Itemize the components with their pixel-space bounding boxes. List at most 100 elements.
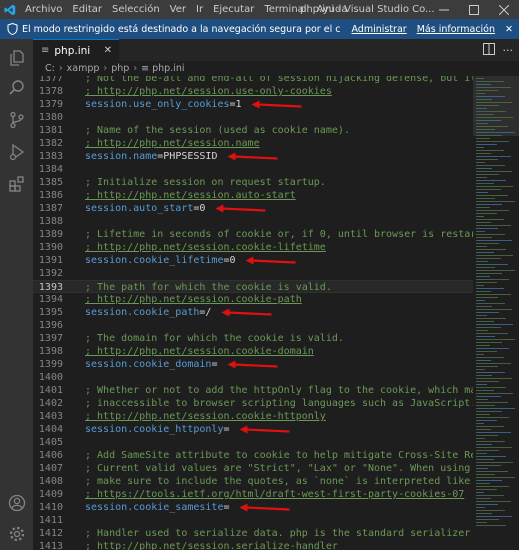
minimap-line	[476, 417, 510, 418]
line-number: 1390	[38, 242, 63, 253]
minimap-line	[476, 387, 507, 388]
code-line: 1391 session.cookie_lifetime=0	[33, 254, 473, 267]
setting-value: PHPSESSID	[163, 151, 218, 162]
settings-gear-icon[interactable]	[0, 519, 33, 549]
source-control-icon[interactable]	[0, 105, 33, 135]
minimap-line	[476, 243, 500, 244]
breadcrumb-item[interactable]: php	[111, 63, 129, 74]
tab-label: php.ini	[54, 44, 91, 57]
minimap-line	[476, 171, 512, 172]
line-content: ; http://php.net/session.cookie-domain	[85, 346, 314, 357]
menu-item[interactable]: Selección	[107, 0, 165, 19]
line-content: session.cookie_path=/	[85, 306, 211, 319]
line-content: ; http://php.net/session.cookie-path	[85, 294, 302, 305]
code-editor[interactable]: 1377 ; Not the be-all and end-all of sess…	[33, 76, 473, 550]
chevron-right-icon: ›	[58, 63, 63, 74]
minimap-line	[476, 450, 500, 451]
minimap-line	[476, 249, 507, 250]
code-line: 1383 session.name=PHPSESSID	[33, 150, 473, 163]
minimap-line	[476, 120, 501, 121]
line-number: 1396	[38, 320, 63, 331]
editor-actions: ···	[482, 39, 514, 61]
minimap-line	[476, 432, 511, 433]
minimap-line	[476, 351, 497, 352]
minimap-line	[476, 456, 507, 457]
minimap-line	[476, 345, 490, 346]
line-content: ; make sure to include the quotes, as `n…	[85, 476, 471, 487]
banner-close-icon[interactable]: ✕	[505, 24, 513, 35]
menu-item[interactable]: Ejecutar	[208, 0, 259, 19]
line-number: 1408	[38, 476, 63, 487]
line-content: ; http://php.net/session.cookie-httponly	[85, 411, 326, 422]
breadcrumb-item[interactable]: xampp	[67, 63, 100, 74]
code-line: 1380	[33, 111, 473, 124]
minimap-line	[476, 270, 515, 271]
tab-close-icon[interactable]: ✕	[104, 45, 112, 56]
minimap-line	[476, 408, 515, 409]
line-number: 1410	[38, 502, 63, 513]
minimap-line	[476, 393, 514, 394]
minimap-line	[476, 90, 498, 91]
code-line: 1403 ; http://php.net/session.cookie-http…	[33, 410, 473, 423]
minimap-line	[476, 240, 512, 241]
code-line: 1385 ; Initialize session on request star…	[33, 176, 473, 189]
code-line: 1393; The path for which the cookie is v…	[33, 280, 473, 293]
minimap-line	[476, 396, 501, 397]
minimap-line	[476, 258, 501, 259]
minimap-line	[476, 276, 490, 277]
line-number: 1379	[38, 99, 63, 110]
line-content: session.name=PHPSESSID	[85, 150, 217, 163]
search-icon[interactable]	[0, 73, 33, 103]
manage-link[interactable]: Administrar	[351, 24, 406, 35]
more-actions-icon[interactable]: ···	[503, 44, 514, 57]
minimap-line	[476, 189, 501, 190]
menu-item[interactable]: Archivo	[20, 0, 67, 19]
close-icon[interactable]	[489, 0, 519, 19]
minimap-line	[476, 405, 496, 406]
minimap-line	[476, 309, 512, 310]
minimize-icon[interactable]	[429, 0, 459, 19]
line-number: 1394	[38, 294, 63, 305]
minimap-line	[476, 138, 490, 139]
line-content: ; The domain for which the cookie is val…	[85, 333, 344, 344]
minimap-line	[476, 267, 496, 268]
account-icon[interactable]	[0, 488, 33, 518]
extensions-icon[interactable]	[0, 169, 33, 199]
minimap-slider[interactable]	[473, 76, 519, 136]
minimap-line	[476, 483, 490, 484]
code-line: 1386 ; http://php.net/session.auto-start	[33, 189, 473, 202]
minimap-line	[476, 180, 507, 181]
menu-item[interactable]: Editar	[67, 0, 107, 19]
tab-php-ini[interactable]: ≡ php.ini ✕	[33, 39, 119, 61]
minimap-line	[476, 222, 491, 223]
minimap-line	[476, 288, 504, 289]
minimap-line	[476, 414, 490, 415]
explorer-icon[interactable]	[0, 43, 33, 73]
minimap-line	[476, 303, 505, 304]
minimap-line	[476, 399, 489, 400]
setting-key: session.cookie_samesite	[85, 502, 224, 513]
menu-item[interactable]: Ver	[165, 0, 191, 19]
breadcrumb-item[interactable]: C:	[45, 63, 55, 74]
more-info-link[interactable]: Más información	[417, 24, 495, 35]
minimap-line	[476, 159, 498, 160]
run-debug-icon[interactable]	[0, 137, 33, 167]
split-editor-icon[interactable]	[482, 42, 495, 58]
minimap-line	[476, 102, 512, 103]
minimap-line	[476, 156, 511, 157]
code-line: 1407 ; Current valid values are "Strict",…	[33, 462, 473, 475]
menu-item[interactable]: Ir	[191, 0, 208, 19]
minimap-line	[476, 489, 497, 490]
maximize-icon[interactable]	[459, 0, 489, 19]
line-content: session.cookie_httponly=	[85, 423, 230, 436]
setting-value: /	[205, 307, 212, 318]
minimap[interactable]	[473, 76, 519, 550]
minimap-line	[476, 525, 507, 526]
minimap-line	[476, 306, 493, 307]
minimap-line	[476, 501, 511, 502]
editor-tab-bar: ≡ php.ini ✕ ···	[33, 39, 519, 61]
breadcrumb-item[interactable]: php.ini	[152, 63, 184, 74]
code-line: 1387 session.auto_start=0	[33, 202, 473, 215]
minimap-line	[476, 144, 497, 145]
line-content: ; Whether or not to add the httpOnly fla…	[85, 385, 473, 396]
